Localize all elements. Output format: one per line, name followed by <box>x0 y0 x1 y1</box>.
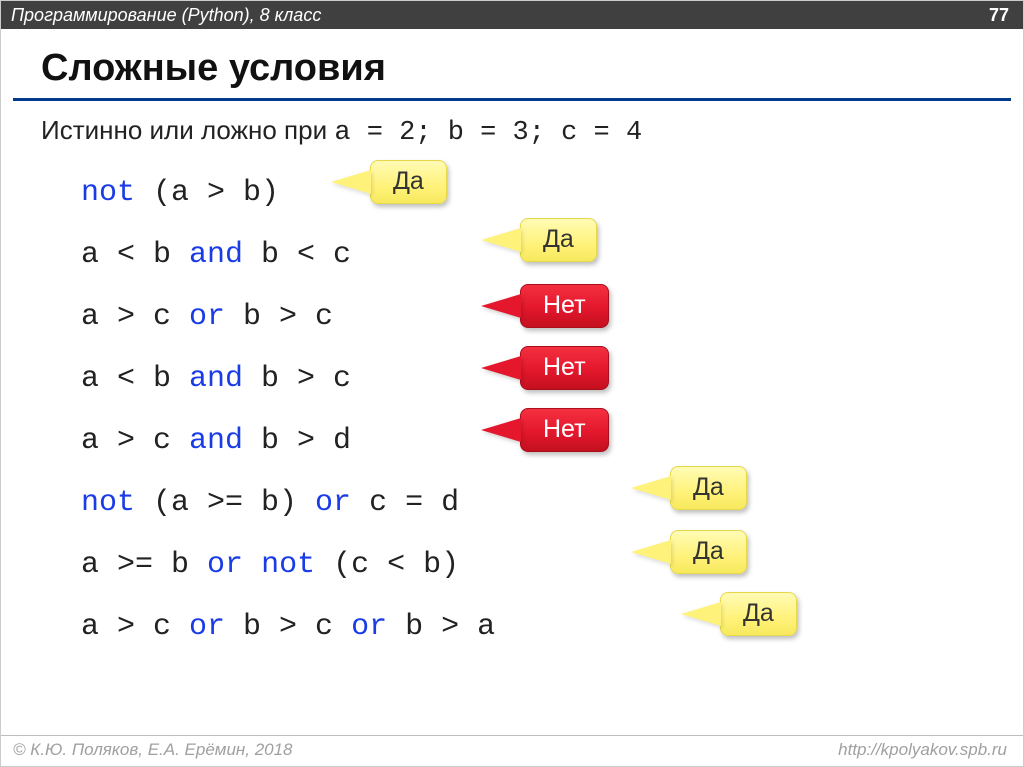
expression-row: a > c and b > d Нет <box>81 410 1023 472</box>
footer: © К.Ю. Поляков, Е.А. Ерёмин, 2018 http:/… <box>1 735 1023 766</box>
prompt-text: Истинно или ложно при <box>41 115 334 145</box>
callout-label: Нет <box>520 284 609 328</box>
expression-code: not (a > b) <box>81 176 279 210</box>
callout-arrow-icon <box>481 294 521 318</box>
callout-label: Да <box>670 530 747 574</box>
prompt: Истинно или ложно при a = 2; b = 3; c = … <box>41 115 1023 148</box>
source-url: http://kpolyakov.spb.ru <box>838 740 1007 760</box>
callout-no: Нет <box>481 284 609 328</box>
expression-code: a > c or b > c or b > a <box>81 610 495 644</box>
callout-yes: Да <box>331 160 447 204</box>
slide-title: Сложные условия <box>1 29 1023 98</box>
callout-yes: Да <box>631 466 747 510</box>
expression-row: a < b and b > c Нет <box>81 348 1023 410</box>
callout-arrow-icon <box>481 418 521 442</box>
slide: Программирование (Python), 8 класс 77 Сл… <box>0 0 1024 767</box>
page-number: 77 <box>989 5 1009 26</box>
callout-arrow-icon <box>481 356 521 380</box>
callout-arrow-icon <box>681 602 721 626</box>
callout-arrow-icon <box>331 170 371 194</box>
callout-no: Нет <box>481 346 609 390</box>
expression-code: a < b and b > c <box>81 362 351 396</box>
callout-label: Да <box>670 466 747 510</box>
course-name: Программирование (Python), 8 класс <box>11 5 321 26</box>
expression-code: not (a >= b) or c = d <box>81 486 459 520</box>
expression-row: not (a > b) Да <box>81 162 1023 224</box>
expression-code: a > c and b > d <box>81 424 351 458</box>
copyright: © К.Ю. Поляков, Е.А. Ерёмин, 2018 <box>13 740 293 760</box>
content: Истинно или ложно при a = 2; b = 3; c = … <box>1 101 1023 658</box>
expression-code: a >= b or not (c < b) <box>81 548 459 582</box>
header-bar: Программирование (Python), 8 класс 77 <box>1 1 1023 29</box>
callout-label: Нет <box>520 408 609 452</box>
callout-label: Да <box>520 218 597 262</box>
expression-row: a < b and b < cДа <box>81 224 1023 286</box>
callout-label: Да <box>720 592 797 636</box>
expression-row: a > c or b > c or b > aДа <box>81 596 1023 658</box>
expression-row: not (a >= b) or c = dДа <box>81 472 1023 534</box>
callout-arrow-icon <box>631 476 671 500</box>
expression-row: a > c or b > c Нет <box>81 286 1023 348</box>
callout-yes: Да <box>481 218 597 262</box>
prompt-code: a = 2; b = 3; c = 4 <box>334 118 642 148</box>
callout-yes: Да <box>631 530 747 574</box>
callout-no: Нет <box>481 408 609 452</box>
expression-code: a > c or b > c <box>81 300 333 334</box>
callout-yes: Да <box>681 592 797 636</box>
expression-code: a < b and b < c <box>81 238 351 272</box>
expression-row: a >= b or not (c < b)Да <box>81 534 1023 596</box>
callout-arrow-icon <box>631 540 671 564</box>
callout-arrow-icon <box>481 228 521 252</box>
callout-label: Нет <box>520 346 609 390</box>
callout-label: Да <box>370 160 447 204</box>
expression-list: not (a > b)Даa < b and b < cДаa > c or b… <box>41 162 1023 658</box>
